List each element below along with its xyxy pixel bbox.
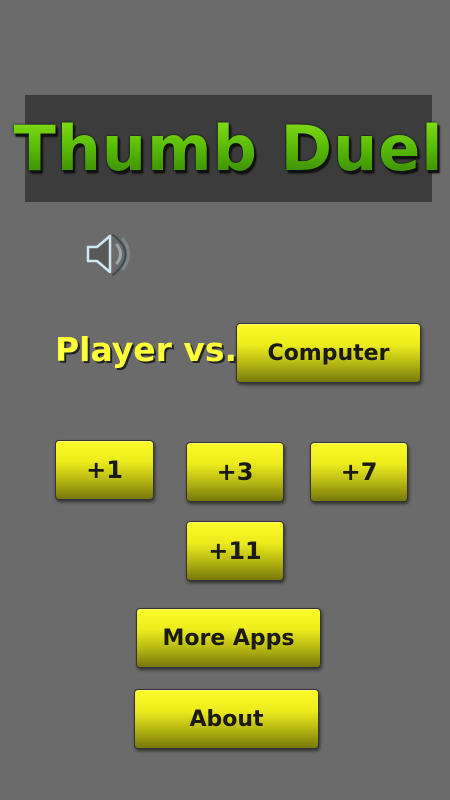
plus-1-button[interactable]: +1: [55, 440, 154, 500]
title-banner: Thumb Duel: [13, 95, 443, 202]
player-vs-label: Player vs.: [55, 330, 238, 369]
plus-11-button[interactable]: +11: [186, 521, 284, 581]
speaker-icon[interactable]: [84, 230, 140, 278]
about-button[interactable]: About: [134, 689, 319, 749]
plus-3-button[interactable]: +3: [186, 442, 284, 502]
more-apps-button[interactable]: More Apps: [136, 608, 321, 668]
opponent-computer-button[interactable]: Computer: [236, 323, 421, 383]
game-title: Thumb Duel: [13, 112, 444, 185]
plus-7-button[interactable]: +7: [310, 442, 408, 502]
